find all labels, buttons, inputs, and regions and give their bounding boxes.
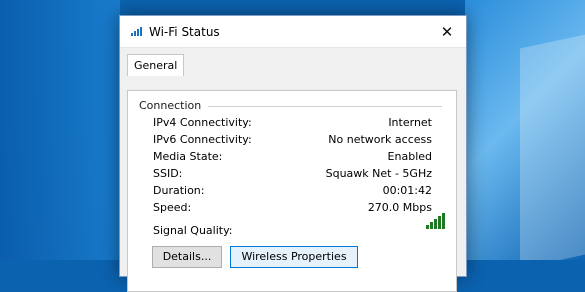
speed-label: Speed: [153,201,192,214]
duration-value: 00:01:42 [382,184,432,197]
ssid-row: SSID: Squawk Net - 5GHz [153,167,432,184]
tab-strip: General [120,54,466,76]
signal-bar [438,216,441,229]
close-button[interactable]: ✕ [428,16,466,47]
media-state-row: Media State: Enabled [153,150,432,167]
signal-bar [442,213,445,229]
ssid-label: SSID: [153,167,183,180]
signal-bar [434,219,437,229]
general-tab-page: Connection IPv4 Connectivity: Internet I… [127,90,457,292]
speed-row: Speed: 270.0 Mbps [153,201,432,218]
speed-value: 270.0 Mbps [367,201,432,214]
details-button[interactable]: Details... [152,246,222,268]
ssid-value: Squawk Net - 5GHz [325,167,432,180]
wifi-status-dialog: Wi-Fi Status ✕ General Connection IPv4 C… [119,15,467,292]
signal-bar [430,222,433,229]
media-state-value: Enabled [387,150,432,163]
group-divider [208,106,442,107]
ipv6-connectivity-label: IPv6 Connectivity: [153,133,252,146]
ipv4-connectivity-label: IPv4 Connectivity: [153,116,252,129]
signal-strength-icon [426,213,446,229]
window-title: Wi-Fi Status [149,24,220,39]
media-state-label: Media State: [153,150,223,163]
ipv4-connectivity-row: IPv4 Connectivity: Internet [153,116,432,133]
signal-bar [426,225,429,229]
wifi-signal-icon [131,27,143,36]
ipv4-connectivity-value: Internet [388,116,432,129]
desktop-wallpaper-light [520,31,585,260]
signal-quality-label: Signal Quality: [153,224,233,237]
wireless-properties-button[interactable]: Wireless Properties [230,246,358,268]
desktop-wallpaper-left [0,0,120,260]
duration-label: Duration: [153,184,205,197]
connection-group-label: Connection [139,99,207,112]
duration-row: Duration: 00:01:42 [153,184,432,201]
ipv6-connectivity-value: No network access [328,133,432,146]
close-icon: ✕ [440,22,454,41]
title-bar[interactable]: Wi-Fi Status ✕ [120,16,466,48]
ipv6-connectivity-row: IPv6 Connectivity: No network access [153,133,432,150]
signal-quality-row: Signal Quality: [153,224,432,241]
tab-general[interactable]: General [127,54,185,76]
